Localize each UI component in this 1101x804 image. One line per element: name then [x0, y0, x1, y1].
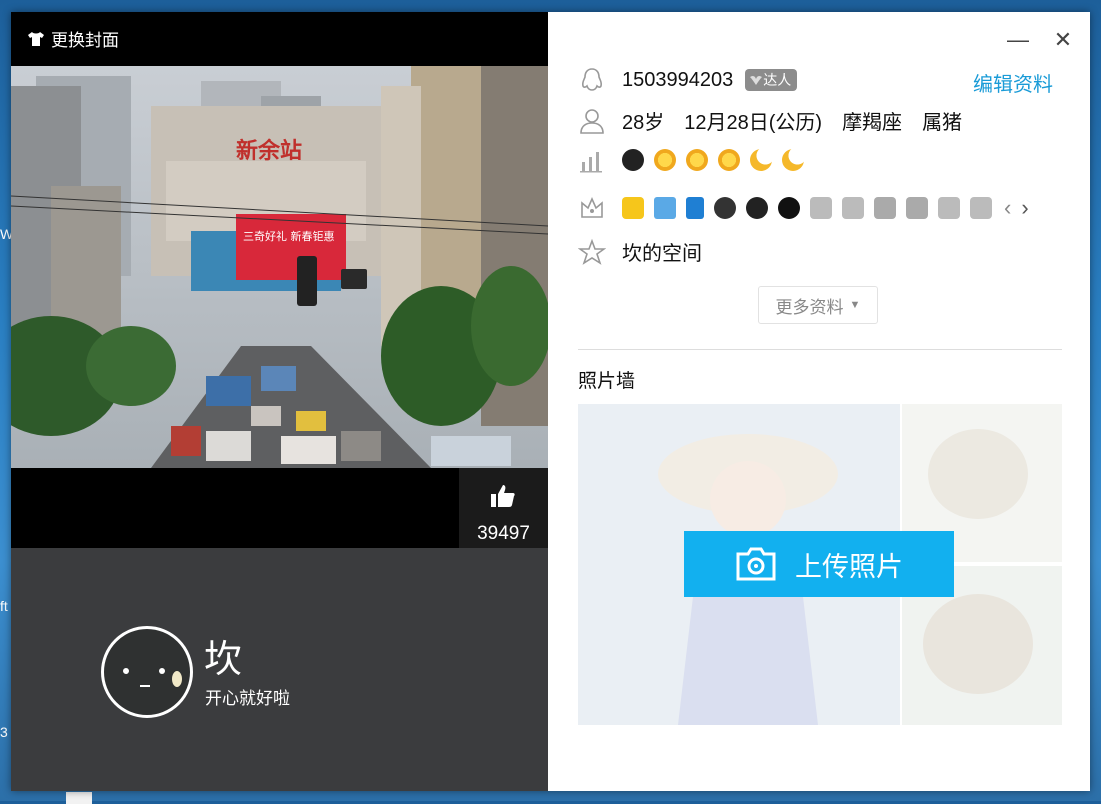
photo-wall: 上传照片: [578, 404, 1062, 725]
wing-icon: [750, 75, 763, 85]
penguin-icon[interactable]: [778, 197, 800, 219]
thumbs-up-icon: [491, 485, 515, 507]
star-outline-icon: [578, 238, 606, 265]
privilege-row: ‹ ›: [578, 194, 1029, 222]
upload-photo-button[interactable]: 上传照片: [684, 531, 954, 597]
diamond-icon[interactable]: [938, 197, 960, 219]
sun-icon[interactable]: [718, 149, 740, 171]
penguin-icon[interactable]: [746, 197, 768, 219]
edit-profile-link[interactable]: 编辑资料: [973, 68, 1053, 97]
signature[interactable]: 开心就好啦: [205, 684, 290, 709]
avatar[interactable]: [101, 626, 193, 718]
moon-icon[interactable]: [750, 149, 772, 171]
age: 28岁: [622, 112, 665, 134]
penguin-icon[interactable]: [714, 197, 736, 219]
desktop-file-icon[interactable]: [66, 792, 92, 804]
desktop-text-fragment: 3: [0, 724, 8, 740]
close-button[interactable]: ✕: [1052, 29, 1074, 52]
penguin-outline-icon: [581, 68, 603, 91]
diamond-icon[interactable]: [970, 197, 992, 219]
cover-photo: 新余站 三奇好礼 新春钜惠: [11, 66, 548, 468]
photo-wall-title: 照片墙: [578, 371, 636, 392]
like-count: 39497: [477, 523, 530, 544]
qzone-row: 坎的空间: [578, 237, 702, 266]
qq-number-row: 1503994203 达人: [578, 66, 798, 94]
diamond-icon[interactable]: [842, 197, 864, 219]
star-icon[interactable]: [622, 197, 644, 219]
profile-window: 更换封面 新余站 三奇好礼 新春钜惠 39497 坎 开心就好啦 — ✕ 150…: [11, 12, 1090, 791]
person-icon: [580, 108, 604, 134]
personal-info-row: 28岁 12月28日(公历) 摩羯座 属猪: [578, 106, 962, 135]
like-button[interactable]: 39497: [459, 468, 548, 548]
cover-panel: 更换封面 新余站 三奇好礼 新春钜惠 39497 坎 开心就好啦: [11, 12, 548, 791]
more-info-label: 更多资料: [775, 297, 844, 317]
profile-panel: — ✕ 1503994203 达人 编辑资料 28岁 12月28日(公历) 摩羯…: [548, 12, 1090, 791]
caret-down-icon: ▼: [849, 299, 861, 311]
diamond-icon[interactable]: [906, 197, 928, 219]
sun-icon[interactable]: [654, 149, 676, 171]
mail-icon[interactable]: [654, 197, 676, 219]
diamond-icon[interactable]: [874, 197, 896, 219]
change-cover-button[interactable]: 更换封面: [27, 26, 119, 51]
chevron-right-icon[interactable]: ›: [1021, 195, 1028, 221]
zodiac: 摩羯座: [842, 112, 903, 134]
face-icon: [123, 668, 182, 687]
upload-photo-label: 上传照片: [795, 551, 903, 582]
phone-icon[interactable]: [686, 197, 704, 219]
chinese-zodiac: 属猪: [922, 112, 963, 134]
expert-badge-label: 达人: [763, 72, 792, 88]
more-info-button[interactable]: 更多资料 ▼: [758, 286, 878, 324]
birthday: 12月28日(公历): [684, 112, 823, 134]
change-cover-label: 更换封面: [51, 31, 119, 50]
qzone-link[interactable]: 坎的空间: [622, 237, 702, 266]
camera-icon: [736, 547, 776, 581]
cover-top-bar: 更换封面: [11, 12, 548, 66]
qq-number: 1503994203: [622, 68, 734, 91]
level-row: [578, 146, 814, 174]
moon-icon[interactable]: [782, 149, 804, 171]
nickname: 坎: [204, 639, 243, 681]
sun-icon[interactable]: [686, 149, 708, 171]
minimize-button[interactable]: —: [1007, 29, 1029, 52]
tshirt-icon: [28, 31, 44, 46]
desktop-text-fragment: ft: [0, 598, 8, 614]
divider: [578, 349, 1062, 350]
banner-sign: 三奇好礼 新春钜惠: [243, 229, 335, 243]
station-sign: 新余站: [236, 138, 302, 164]
penguin-icon[interactable]: [622, 149, 644, 171]
chevron-left-icon[interactable]: ‹: [1004, 195, 1011, 221]
diamond-icon[interactable]: [810, 197, 832, 219]
level-bars-icon: [580, 152, 602, 173]
crown-icon: [581, 197, 603, 218]
expert-badge[interactable]: 达人: [745, 69, 798, 91]
